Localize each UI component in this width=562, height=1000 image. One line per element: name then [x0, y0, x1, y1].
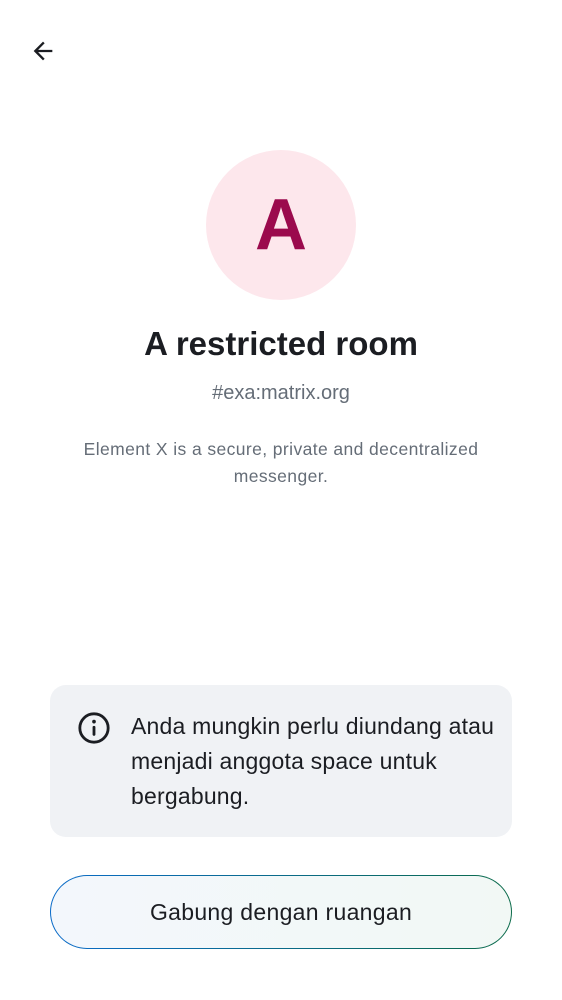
arrow-left-icon	[33, 41, 53, 61]
restricted-notice-text: Anda mungkin perlu diundang atau menjadi…	[131, 713, 495, 809]
info-icon	[78, 712, 110, 744]
restricted-notice: Anda mungkin perlu diundang atau menjadi…	[50, 685, 512, 837]
room-avatar-letter: A	[255, 185, 307, 265]
join-room-screen: A A restricted room #exa:matrix.org Elem…	[0, 0, 562, 1000]
room-avatar: A	[206, 150, 356, 300]
room-title: A restricted room	[144, 325, 418, 362]
back-button[interactable]	[22, 30, 64, 72]
room-description: Element X is a secure, private and decen…	[83, 439, 479, 486]
join-room-button-label: Gabung dengan ruangan	[149, 898, 413, 925]
room-alias: #exa:matrix.org	[212, 382, 350, 404]
join-room-button[interactable]: Gabung dengan ruangan	[50, 875, 512, 949]
